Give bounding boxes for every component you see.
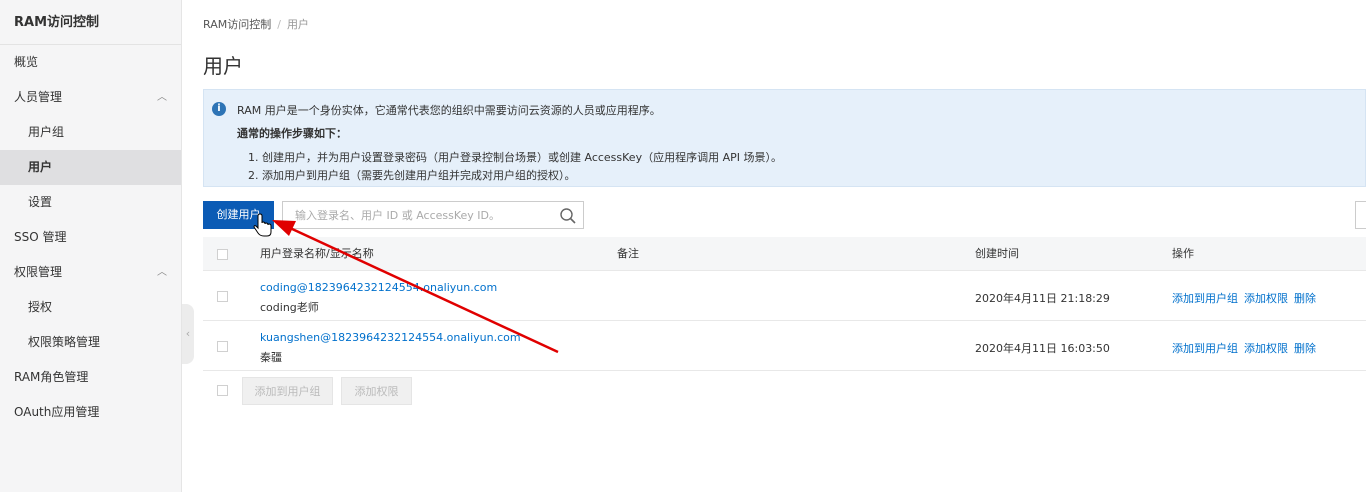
breadcrumb-current: 用户: [286, 18, 309, 31]
sidebar-item-label: 权限管理: [14, 265, 63, 279]
breadcrumb-root[interactable]: RAM访问控制: [203, 18, 271, 31]
column-settings-button[interactable]: [1355, 201, 1366, 229]
info-step-1: 1. 创建用户，并为用户设置登录密码（用户登录控制台场景）或创建 AccessK…: [248, 151, 782, 164]
select-all-checkbox[interactable]: [217, 249, 228, 260]
users-table: 用户登录名称/显示名称 备注 创建时间 操作 coding@1823964232…: [203, 237, 1366, 371]
sidebar-item-settings[interactable]: 设置: [0, 185, 181, 220]
search-icon[interactable]: [559, 207, 577, 225]
bulk-select-checkbox[interactable]: [217, 385, 228, 396]
search-input[interactable]: [283, 202, 553, 228]
create-user-button[interactable]: 创建用户: [203, 201, 274, 229]
bulk-add-to-group-button[interactable]: 添加到用户组: [242, 377, 333, 405]
user-login-link[interactable]: kuangshen@1823964232124554.onaliyun.com: [260, 331, 521, 344]
sidebar-item-label: RAM角色管理: [14, 370, 89, 384]
sidebar-collapse-handle[interactable]: ‹: [182, 304, 194, 364]
chevron-up-icon: ︿: [157, 267, 167, 278]
info-icon: i: [212, 102, 226, 116]
sidebar-item-people[interactable]: 人员管理 ︿: [0, 80, 181, 115]
sidebar: RAM访问控制 概览 人员管理 ︿ 用户组 用户 设置 SSO 管理 权限管理 ︿ …: [0, 0, 182, 492]
delete-link[interactable]: 删除: [1294, 292, 1316, 305]
user-login-link[interactable]: coding@1823964232124554.onaliyun.com: [260, 281, 497, 294]
page-title: 用户: [203, 54, 243, 78]
sidebar-item-label: 授权: [28, 300, 53, 314]
bulk-add-permission-button[interactable]: 添加权限: [341, 377, 412, 405]
sidebar-item-label: 用户: [28, 160, 53, 174]
add-to-group-link[interactable]: 添加到用户组: [1172, 292, 1238, 305]
sidebar-item-label: SSO 管理: [14, 230, 67, 244]
info-notice: i RAM 用户是一个身份实体，它通常代表您的组织中需要访问云资源的人员或应用程…: [203, 89, 1366, 187]
add-to-group-link[interactable]: 添加到用户组: [1172, 342, 1238, 355]
user-display-name: coding老师: [260, 301, 319, 314]
created-time: 2020年4月11日 21:18:29: [975, 292, 1110, 305]
sidebar-item-groups[interactable]: 用户组: [0, 115, 181, 150]
add-permission-link[interactable]: 添加权限: [1244, 292, 1288, 305]
created-time: 2020年4月11日 16:03:50: [975, 342, 1110, 355]
sidebar-title: RAM访问控制: [0, 0, 181, 45]
chevron-up-icon: ︿: [157, 92, 167, 103]
column-header-name: 用户登录名称/显示名称: [260, 247, 374, 260]
info-step-2: 2. 添加用户到用户组（需要先创建用户组并完成对用户组的授权）。: [248, 169, 576, 182]
sidebar-item-policies[interactable]: 权限策略管理: [0, 325, 181, 360]
sidebar-item-overview[interactable]: 概览: [0, 45, 181, 80]
row-checkbox[interactable]: [217, 341, 228, 352]
delete-link[interactable]: 删除: [1294, 342, 1316, 355]
sidebar-item-grants[interactable]: 授权: [0, 290, 181, 325]
table-row: coding@1823964232124554.onaliyun.com cod…: [203, 271, 1366, 321]
sidebar-item-permissions[interactable]: 权限管理 ︿: [0, 255, 181, 290]
search-box: [282, 201, 584, 229]
sidebar-item-roles[interactable]: RAM角色管理: [0, 360, 181, 395]
row-actions: 添加到用户组 添加权限 删除: [1172, 340, 1322, 356]
column-header-ops: 操作: [1172, 247, 1194, 260]
user-display-name: 秦疆: [260, 351, 282, 364]
row-actions: 添加到用户组 添加权限 删除: [1172, 290, 1322, 306]
breadcrumb-separator: /: [277, 18, 281, 31]
sidebar-item-label: 用户组: [28, 125, 65, 139]
sidebar-item-sso[interactable]: SSO 管理: [0, 220, 181, 255]
column-header-note: 备注: [617, 247, 639, 260]
main-content: RAM访问控制 / 用户 用户 i RAM 用户是一个身份实体，它通常代表您的组织中…: [203, 0, 1366, 492]
breadcrumb: RAM访问控制 / 用户: [203, 16, 309, 32]
add-permission-link[interactable]: 添加权限: [1244, 342, 1288, 355]
table-row: kuangshen@1823964232124554.onaliyun.com …: [203, 321, 1366, 371]
chevron-left-icon: ‹: [185, 327, 191, 340]
sidebar-item-label: 权限策略管理: [28, 335, 101, 349]
table-header: 用户登录名称/显示名称 备注 创建时间 操作: [203, 237, 1366, 271]
info-heading: 通常的操作步骤如下：: [237, 127, 347, 140]
sidebar-item-label: OAuth应用管理: [14, 405, 100, 419]
column-header-created: 创建时间: [975, 247, 1019, 260]
info-description: RAM 用户是一个身份实体，它通常代表您的组织中需要访问云资源的人员或应用程序。: [237, 104, 661, 117]
sidebar-item-oauth[interactable]: OAuth应用管理: [0, 395, 181, 430]
sidebar-item-label: 概览: [14, 55, 39, 69]
sidebar-item-label: 人员管理: [14, 90, 63, 104]
sidebar-item-label: 设置: [28, 195, 53, 209]
row-checkbox[interactable]: [217, 291, 228, 302]
sidebar-item-users[interactable]: 用户: [0, 150, 181, 185]
